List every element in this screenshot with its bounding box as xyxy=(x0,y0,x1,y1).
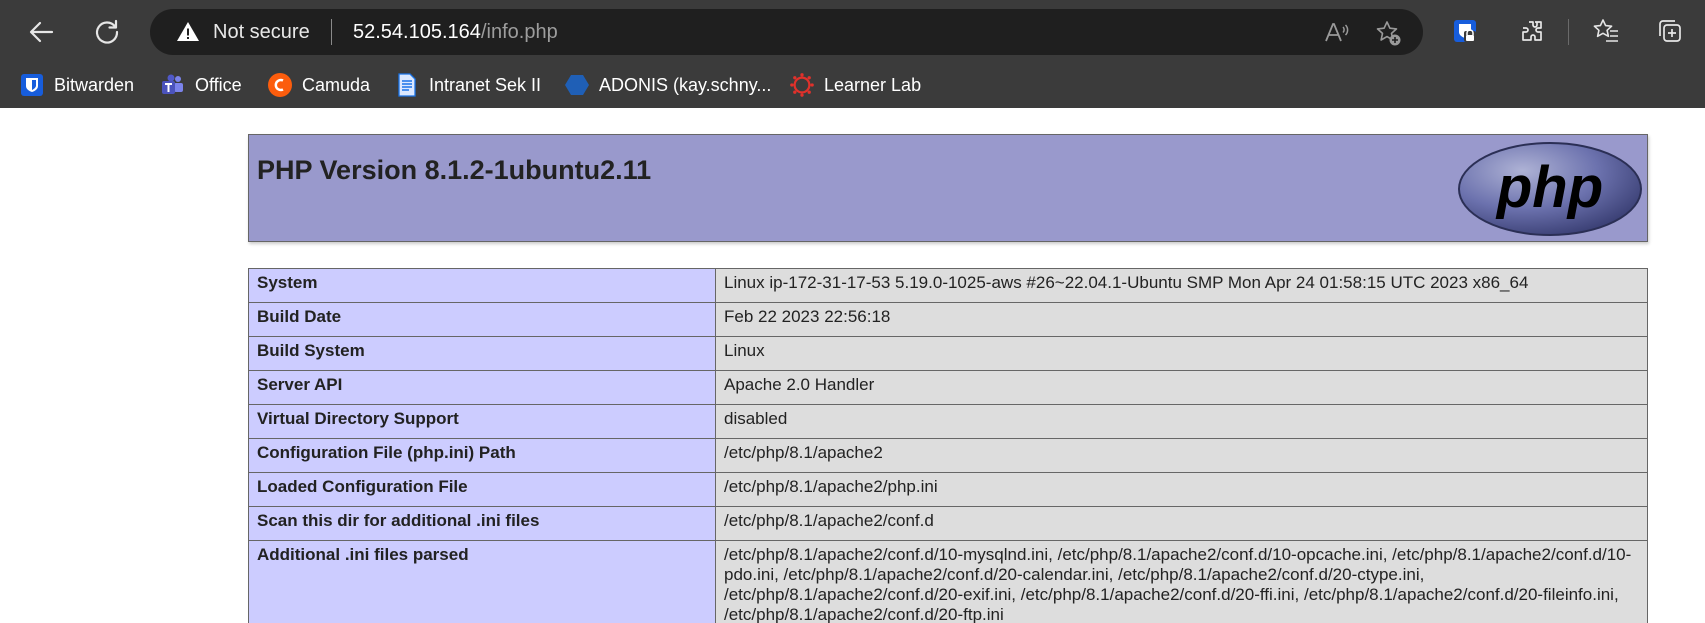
info-key-cell: Additional .ini files parsed xyxy=(248,540,716,623)
info-value-cell: Linux ip-172-31-17-53 5.19.0-1025-aws #2… xyxy=(715,268,1648,303)
table-row: Additional .ini files parsed/etc/php/8.1… xyxy=(248,540,1648,623)
back-button[interactable] xyxy=(22,13,60,51)
info-key-cell: Server API xyxy=(248,370,716,405)
address-bar[interactable]: Not secure 52.54.105.164 /info.php xyxy=(150,9,1423,55)
info-value-cell: Apache 2.0 Handler xyxy=(715,370,1648,405)
bookmark-learner-lab[interactable]: Learner Lab xyxy=(790,71,921,99)
table-row: Virtual Directory Support disabled xyxy=(248,404,1648,439)
bookmark-label: Office xyxy=(195,74,242,95)
bookmark-label: Learner Lab xyxy=(824,74,922,95)
info-value-cell: /etc/php/8.1/apache2/conf.d/10-mysqlnd.i… xyxy=(715,540,1648,623)
extensions-icon[interactable] xyxy=(1514,13,1550,49)
info-key-cell: Loaded Configuration File xyxy=(248,472,716,507)
toolbar-divider xyxy=(1568,19,1569,45)
info-key-cell: Configuration File (php.ini) Path xyxy=(248,438,716,473)
table-row: Configuration File (php.ini) Path/etc/ph… xyxy=(248,438,1648,473)
page-content: PHP Version 8.1.2-1ubuntu2.11 php System… xyxy=(0,108,1705,623)
url-path[interactable]: /info.php xyxy=(481,20,558,44)
table-row: Build Date Feb 22 2023 22:56:18 xyxy=(248,302,1648,337)
table-row: System Linux ip-172-31-17-53 5.19.0-1025-… xyxy=(248,268,1648,303)
bookmark-adonis[interactable]: ADONIS (kay.schny... xyxy=(565,71,771,99)
not-secure-warning-icon[interactable] xyxy=(176,20,200,44)
favorites-icon[interactable] xyxy=(1588,13,1624,49)
bookmark-label: Camuda xyxy=(302,74,371,95)
info-value-cell: disabled xyxy=(715,404,1648,439)
info-key-cell: Virtual Directory Support xyxy=(248,404,716,439)
info-value-cell: /etc/php/8.1/apache2/php.ini xyxy=(715,472,1648,507)
bookmark-office[interactable]: Office xyxy=(161,71,242,99)
table-row: Scan this dir for additional .ini files /… xyxy=(248,506,1648,541)
canvas-icon xyxy=(790,73,814,97)
table-row: Server API Apache 2.0 Handler xyxy=(248,370,1648,405)
php-logo-icon: php xyxy=(1458,142,1642,236)
bookmark-label: Bitwarden xyxy=(54,74,135,95)
info-key-cell: System xyxy=(248,268,716,303)
page-title: PHP Version 8.1.2-1ubuntu2.11 xyxy=(257,155,652,185)
document-icon xyxy=(395,73,419,97)
info-value-cell: /etc/php/8.1/apache2 xyxy=(715,438,1648,473)
browser-chrome: Not secure 52.54.105.164 /info.php Bitwa… xyxy=(0,0,1705,108)
info-value-cell: /etc/php/8.1/apache2/conf.d xyxy=(715,506,1648,541)
teams-icon xyxy=(161,73,185,97)
bookmark-bitwarden[interactable]: Bitwarden xyxy=(20,71,134,99)
info-key-cell: Scan this dir for additional .ini files xyxy=(248,506,716,541)
svg-text:php: php xyxy=(1495,155,1603,220)
bookmark-intranet[interactable]: Intranet Sek II xyxy=(395,71,541,99)
table-row: Build System Linux xyxy=(248,336,1648,371)
bookmarks-bar: Bitwarden Office Camuda Intranet Sek II … xyxy=(0,62,1705,108)
add-favorite-icon[interactable] xyxy=(1374,19,1402,47)
url-host[interactable]: 52.54.105.164 xyxy=(353,20,481,44)
camunda-icon xyxy=(268,73,292,97)
collections-icon[interactable] xyxy=(1652,13,1688,49)
bookmark-label: ADONIS (kay.schny... xyxy=(599,74,772,95)
bitwarden-icon xyxy=(20,73,44,97)
refresh-icon xyxy=(95,19,119,44)
refresh-button[interactable] xyxy=(88,13,126,51)
info-value-cell: Feb 22 2023 22:56:18 xyxy=(715,302,1648,337)
bitwarden-extension-icon[interactable] xyxy=(1447,13,1483,49)
php-version-header: PHP Version 8.1.2-1ubuntu2.11 php xyxy=(248,134,1648,242)
info-value-cell: Linux xyxy=(715,336,1648,371)
security-label[interactable]: Not secure xyxy=(213,20,310,44)
hexagon-icon xyxy=(565,73,589,97)
info-key-cell: Build Date xyxy=(248,302,716,337)
info-key-cell: Build System xyxy=(248,336,716,371)
read-aloud-icon[interactable] xyxy=(1322,19,1350,47)
arrow-left-icon xyxy=(29,21,54,43)
bookmark-label: Intranet Sek II xyxy=(429,74,542,95)
php-info-table: System Linux ip-172-31-17-53 5.19.0-1025-… xyxy=(248,268,1648,623)
browser-toolbar: Not secure 52.54.105.164 /info.php xyxy=(0,0,1705,62)
address-divider xyxy=(331,19,332,45)
bookmark-camuda[interactable]: Camuda xyxy=(268,71,370,99)
table-row: Loaded Configuration File/etc/php/8.1/ap… xyxy=(248,472,1648,507)
